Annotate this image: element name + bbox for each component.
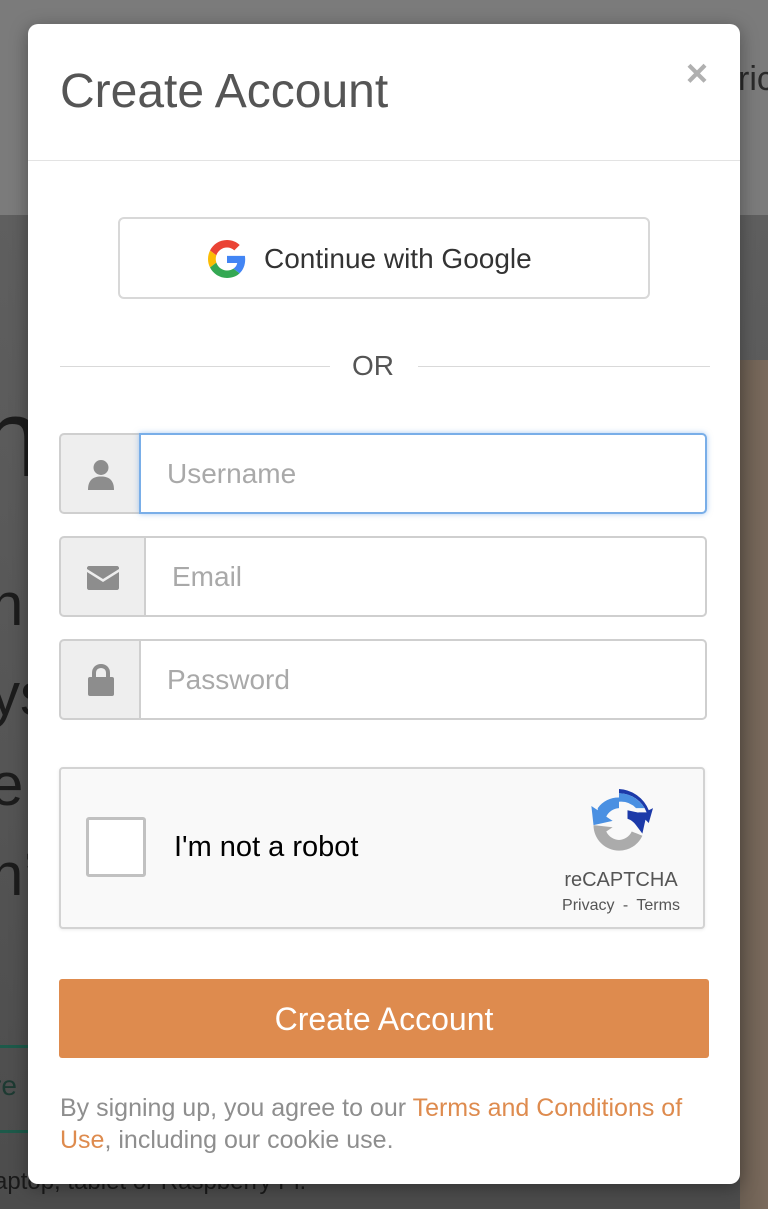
create-account-modal: Create Account × Continue with Google OR: [28, 24, 740, 1184]
email-input[interactable]: [144, 536, 707, 617]
close-button[interactable]: ×: [682, 54, 712, 94]
username-input[interactable]: [139, 433, 707, 514]
modal-title: Create Account: [60, 65, 389, 118]
recaptcha-icon: [591, 789, 653, 851]
recaptcha-checkbox[interactable]: [86, 817, 146, 877]
continue-with-google-button[interactable]: Continue with Google: [118, 217, 650, 299]
or-divider: OR: [60, 344, 710, 390]
email-field-group: [59, 536, 707, 617]
background-nav-text: ric: [738, 60, 768, 98]
password-input[interactable]: [139, 639, 707, 720]
divider-line: [418, 366, 710, 367]
legal-prefix: By signing up, you agree to our: [60, 1094, 413, 1122]
recaptcha-links: Privacy - Terms: [551, 897, 691, 915]
user-icon: [88, 460, 114, 490]
background-hero-text: n: [0, 571, 24, 638]
recaptcha-terms-link[interactable]: Terms: [636, 897, 680, 914]
username-field-group: [59, 433, 707, 514]
google-icon: [208, 240, 246, 278]
password-addon: [59, 639, 139, 720]
lock-icon: [88, 664, 114, 696]
background-button-text: re: [0, 1070, 17, 1101]
recaptcha-separator: -: [622, 897, 629, 914]
divider-line: [60, 366, 330, 367]
username-addon: [59, 433, 139, 514]
email-addon: [59, 536, 144, 617]
recaptcha-brand: reCAPTCHA: [564, 869, 678, 891]
recaptcha-widget: I'm not a robot reCAPTCHA Privacy - Term…: [59, 767, 705, 929]
modal-header: Create Account ×: [28, 24, 740, 161]
legal-notice: By signing up, you agree to our Terms an…: [60, 1092, 720, 1156]
recaptcha-label: I'm not a robot: [174, 831, 359, 863]
google-button-label: Continue with Google: [264, 243, 532, 274]
close-icon: ×: [685, 53, 709, 95]
legal-suffix: , including our cookie use.: [104, 1126, 394, 1154]
envelope-icon: [87, 566, 119, 590]
create-account-button[interactable]: Create Account: [59, 979, 709, 1058]
password-field-group: [59, 639, 707, 720]
background-photo: [740, 360, 768, 1209]
or-text: OR: [352, 350, 394, 381]
background-hero-text: e: [0, 751, 24, 818]
recaptcha-privacy-link[interactable]: Privacy: [562, 897, 614, 914]
